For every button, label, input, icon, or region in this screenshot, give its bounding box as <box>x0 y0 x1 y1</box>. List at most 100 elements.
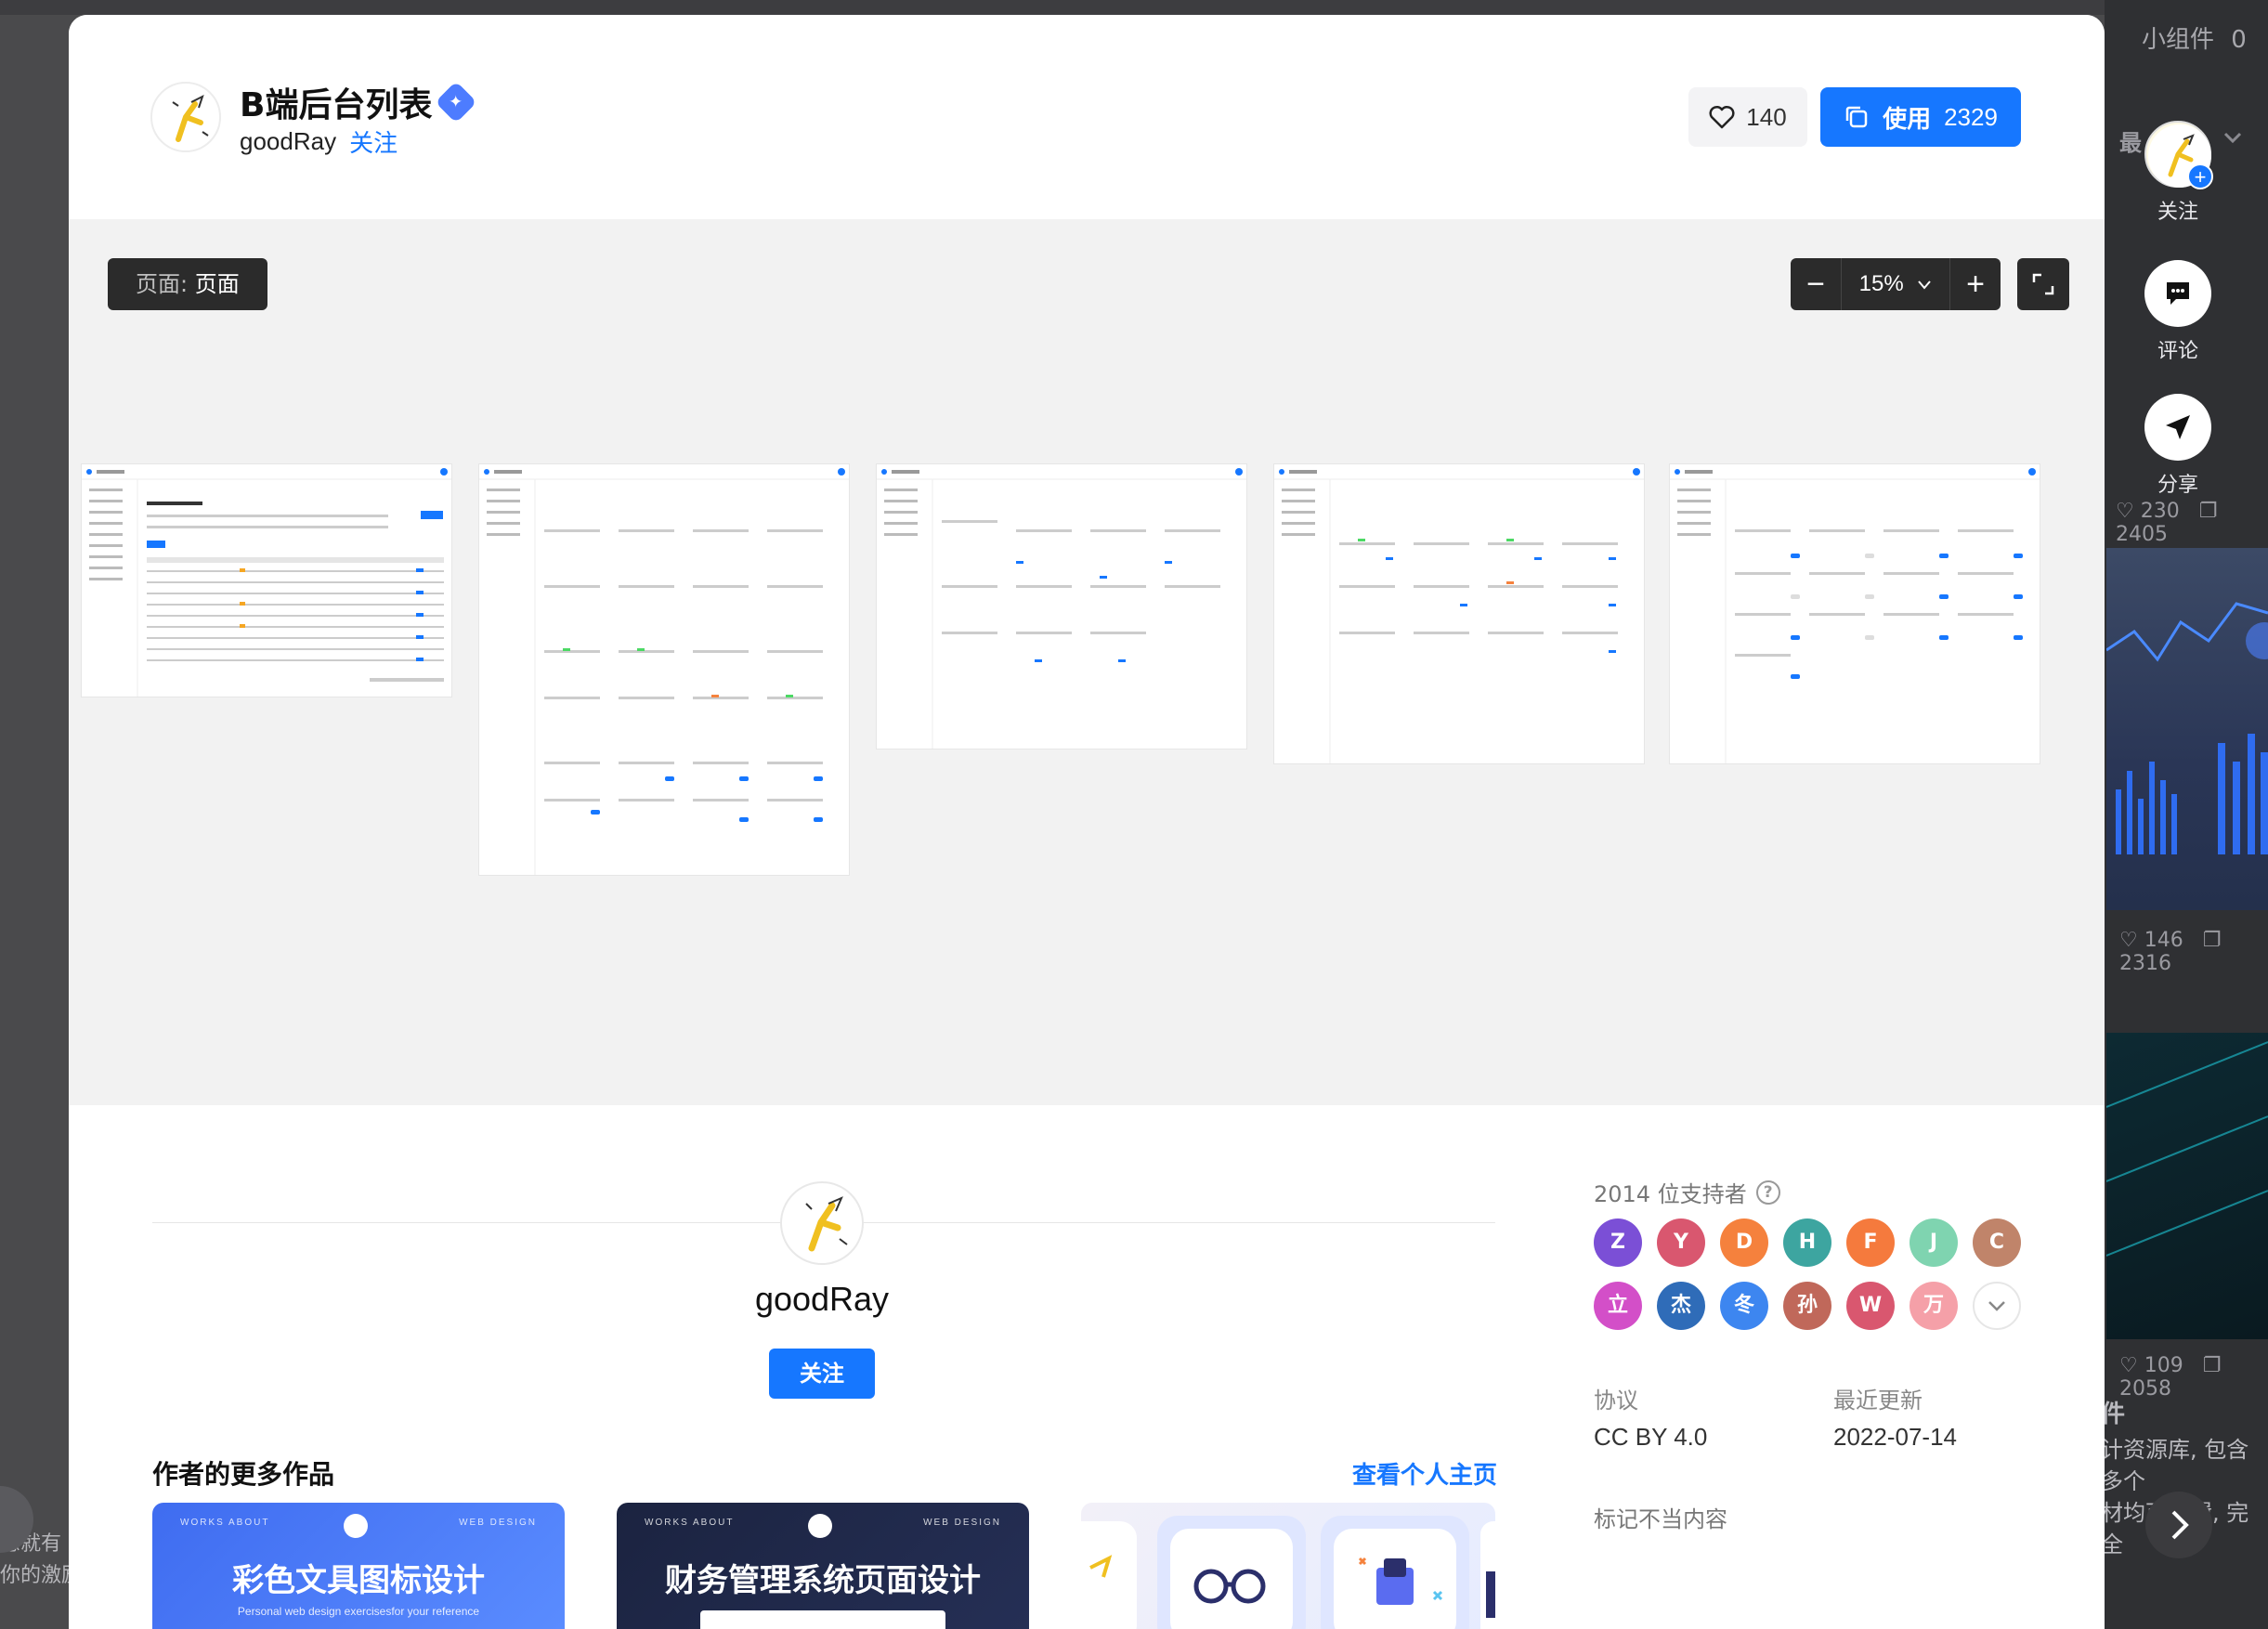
background-top-strip <box>0 0 2268 15</box>
page-thumbnail-1[interactable] <box>82 464 451 697</box>
supporter-avatar[interactable]: Y <box>1657 1218 1705 1267</box>
admin-tag-page-image <box>1274 468 1644 763</box>
dashboard-preview-strip <box>700 1610 945 1629</box>
like-count: 140 <box>1746 102 1787 131</box>
supporter-avatar[interactable]: 冬 <box>1720 1282 1768 1330</box>
heart-icon: ♡ <box>2119 929 2138 952</box>
chevron-down-icon <box>1918 280 1932 290</box>
zoom-level-select[interactable]: 15% <box>1841 258 1950 310</box>
avatar[interactable]: + <box>2144 121 2213 189</box>
card3-desc-line1: 计资源库, 包含多个 <box>2101 1437 2249 1494</box>
side-comment-label: 评论 <box>2157 340 2198 363</box>
card1-uses: 2405 <box>2116 523 2168 546</box>
comment-icon <box>2167 282 2189 305</box>
supporter-avatar[interactable]: H <box>1783 1218 1831 1267</box>
card1-likes: 230 <box>2140 500 2180 523</box>
author-name[interactable]: goodRay <box>682 1280 962 1319</box>
side-comment[interactable]: 评论 <box>2142 260 2214 364</box>
next-button[interactable] <box>2145 1492 2212 1558</box>
license-label: 协议 <box>1594 1388 1638 1414</box>
page-thumbnail-5[interactable] <box>1670 464 2040 763</box>
detail-modal: B端后台列表 ✦ goodRay 关注 140 使用 2329 页面: 页面 −… <box>69 15 2105 1629</box>
title-row: B端后台列表 ✦ <box>240 78 478 126</box>
license-value[interactable]: CC BY 4.0 <box>1594 1423 1707 1452</box>
like-button[interactable]: 140 <box>1688 87 1807 147</box>
supporters-count: 2014 位支持者 <box>1594 1181 1747 1207</box>
supporter-avatar[interactable]: D <box>1720 1218 1768 1267</box>
work-card-subtitle: Personal web design exercisesfor your re… <box>237 1605 480 1618</box>
follow-button[interactable]: 关注 <box>769 1349 875 1399</box>
avatar <box>808 1514 832 1538</box>
fullscreen-icon <box>2032 273 2054 295</box>
comment-button[interactable] <box>2144 260 2211 327</box>
circuit-image <box>2105 1041 2268 1257</box>
design-preview-canvas[interactable]: 页面: 页面 − 15% + <box>69 219 2105 1105</box>
page-selector-label: 页面: <box>136 271 189 297</box>
background-card1-stats: ♡ 230 ❐ 2405 <box>2116 500 2268 546</box>
work-card-3[interactable] <box>1081 1503 1495 1629</box>
avatar[interactable] <box>150 82 221 152</box>
author-logo-icon <box>172 95 209 142</box>
copy-icon: ❐ <box>2202 929 2222 952</box>
background-card2[interactable] <box>2105 1033 2268 1339</box>
page-selector[interactable]: 页面: 页面 <box>108 258 267 310</box>
fullscreen-button[interactable] <box>2017 258 2069 310</box>
supporter-avatar[interactable]: 万 <box>1910 1282 1958 1330</box>
work-card-nav-left: WORKS ABOUT <box>180 1518 270 1528</box>
supporter-avatar[interactable]: W <box>1846 1282 1895 1330</box>
share-button[interactable] <box>2144 394 2211 461</box>
work-card-title: 彩色文具图标设计 <box>232 1562 485 1599</box>
widget-count: 0 <box>2231 26 2247 54</box>
background-sort-label: 最 <box>2119 124 2142 157</box>
card2-likes: 146 <box>2144 929 2183 952</box>
work-card-nav-right: WEB DESIGN <box>459 1518 537 1528</box>
page-thumbnail-4[interactable] <box>1274 464 1644 763</box>
background-card1[interactable] <box>2105 548 2268 910</box>
chevron-down-icon[interactable] <box>1973 1282 2021 1330</box>
avatar[interactable] <box>780 1181 864 1265</box>
work-card-1[interactable]: WORKS ABOUT WEB DESIGN 彩色文具图标设计 Personal… <box>152 1503 565 1629</box>
view-profile-link[interactable]: 查看个人主页 <box>1352 1456 1497 1491</box>
zoom-in-button[interactable]: + <box>1950 258 2001 310</box>
card2-uses: 2316 <box>2119 952 2171 975</box>
modal-header: B端后台列表 ✦ goodRay 关注 140 使用 2329 <box>69 15 2105 219</box>
author-row: goodRay 关注 <box>240 124 398 159</box>
more-works-title: 作者的更多作品 <box>152 1459 335 1490</box>
supporter-avatar[interactable]: 杰 <box>1657 1282 1705 1330</box>
side-follow[interactable]: + 关注 <box>2142 121 2214 225</box>
page-thumbnail-2[interactable] <box>479 464 849 875</box>
avatar <box>344 1514 368 1538</box>
send-icon <box>2166 415 2190 439</box>
work-card-2[interactable]: WORKS ABOUT WEB DESIGN 财务管理系统页面设计 <box>617 1503 1029 1629</box>
supporters-label: 2014 位支持者 ? <box>1594 1176 1780 1208</box>
copy-icon: ❐ <box>2202 1354 2222 1377</box>
widget-label: 小组件 <box>2142 26 2215 54</box>
stationery-icons-image <box>1081 1516 1495 1629</box>
admin-toggle-page-image <box>1670 468 2040 763</box>
use-label: 使用 <box>1883 105 1932 134</box>
report-link[interactable]: 标记不当内容 <box>1594 1501 1727 1533</box>
work-card-title: 财务管理系统页面设计 <box>665 1562 981 1599</box>
card3-uses: 2058 <box>2119 1377 2171 1401</box>
verified-badge-icon: ✦ <box>435 81 478 124</box>
background-card2-stats: ♡ 146 ❐ 2316 <box>2119 929 2268 975</box>
chevron-right-icon <box>2171 1510 2189 1540</box>
supporter-avatar[interactable]: J <box>1910 1218 1958 1267</box>
author-name[interactable]: goodRay <box>240 127 336 156</box>
supporter-avatar[interactable]: 孙 <box>1783 1282 1831 1330</box>
supporter-avatar[interactable]: 立 <box>1594 1282 1642 1330</box>
supporter-avatar[interactable]: F <box>1846 1218 1895 1267</box>
follow-link[interactable]: 关注 <box>349 124 398 159</box>
side-share[interactable]: 分享 <box>2142 394 2214 498</box>
supporter-avatar[interactable]: C <box>1973 1218 2021 1267</box>
plus-icon: + <box>2187 163 2213 189</box>
widget-counter[interactable]: 小组件 0 <box>2142 20 2247 55</box>
use-button[interactable]: 使用 2329 <box>1820 87 2021 147</box>
zoom-out-button[interactable]: − <box>1791 258 1841 310</box>
copy-icon <box>1845 106 1868 128</box>
admin-grid-page-image <box>877 468 1246 749</box>
page-thumbnail-3[interactable] <box>877 464 1246 749</box>
help-icon[interactable]: ? <box>1755 1179 1780 1205</box>
supporter-avatar[interactable]: Z <box>1594 1218 1642 1267</box>
background-card3-stats: ♡ 109 ❐ 2058 <box>2119 1354 2268 1401</box>
